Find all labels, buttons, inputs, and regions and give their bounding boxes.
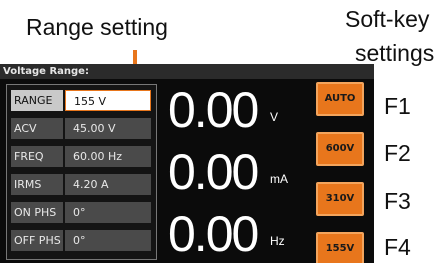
readout-unit: Hz — [270, 234, 285, 248]
fkey-label-f4: F4 — [384, 234, 411, 260]
readout-value: 0.00 — [168, 144, 259, 200]
param-label: OFF PHS — [11, 230, 63, 251]
param-row-range[interactable]: RANGE 155 V — [11, 90, 151, 111]
softkey-auto-button[interactable]: AUTO — [316, 82, 364, 116]
range-setting-annotation: Range setting — [26, 14, 168, 40]
param-row-off-phs[interactable]: OFF PHS 0° — [11, 230, 151, 251]
param-label: RANGE — [11, 90, 63, 111]
param-row-on-phs[interactable]: ON PHS 0° — [11, 202, 151, 223]
softkey-310v-button[interactable]: 310V — [316, 182, 364, 216]
screen-title: Voltage Range: — [0, 64, 374, 79]
param-value[interactable]: 155 V — [65, 90, 151, 111]
fkey-label-f3: F3 — [384, 188, 411, 214]
softkey-settings-annotation-line1: Soft-key — [345, 6, 430, 32]
param-value[interactable]: 60.00 Hz — [65, 146, 151, 167]
readout-value: 0.00 — [168, 206, 259, 262]
param-label: IRMS — [11, 174, 63, 195]
fkey-label-f1: F1 — [384, 93, 411, 119]
readout-unit: V — [270, 110, 279, 124]
readout-value: 0.00 — [168, 82, 259, 138]
frequency-readout: 0.00 Hz — [168, 208, 308, 260]
param-value[interactable]: 4.20 A — [65, 174, 151, 195]
param-value[interactable]: 0° — [65, 230, 151, 251]
param-row-acv[interactable]: ACV 45.00 V — [11, 118, 151, 139]
softkey-settings-annotation-line2: settings — [355, 40, 435, 66]
param-label: FREQ — [11, 146, 63, 167]
current-readout: 0.00 mA — [168, 146, 308, 198]
readout-unit: mA — [270, 172, 288, 186]
softkey-600v-button[interactable]: 600V — [316, 132, 364, 166]
param-row-freq[interactable]: FREQ 60.00 Hz — [11, 146, 151, 167]
param-row-irms[interactable]: IRMS 4.20 A — [11, 174, 151, 195]
param-label: ACV — [11, 118, 63, 139]
softkey-155v-button[interactable]: 155V — [316, 232, 364, 263]
param-value[interactable]: 0° — [65, 202, 151, 223]
device-screen: Voltage Range: RANGE 155 V ACV 45.00 V F… — [0, 64, 374, 263]
param-value[interactable]: 45.00 V — [65, 118, 151, 139]
fkey-label-f2: F2 — [384, 140, 411, 166]
voltage-readout: 0.00 V — [168, 84, 308, 136]
parameter-panel: RANGE 155 V ACV 45.00 V FREQ 60.00 Hz IR… — [6, 84, 157, 260]
param-label: ON PHS — [11, 202, 63, 223]
